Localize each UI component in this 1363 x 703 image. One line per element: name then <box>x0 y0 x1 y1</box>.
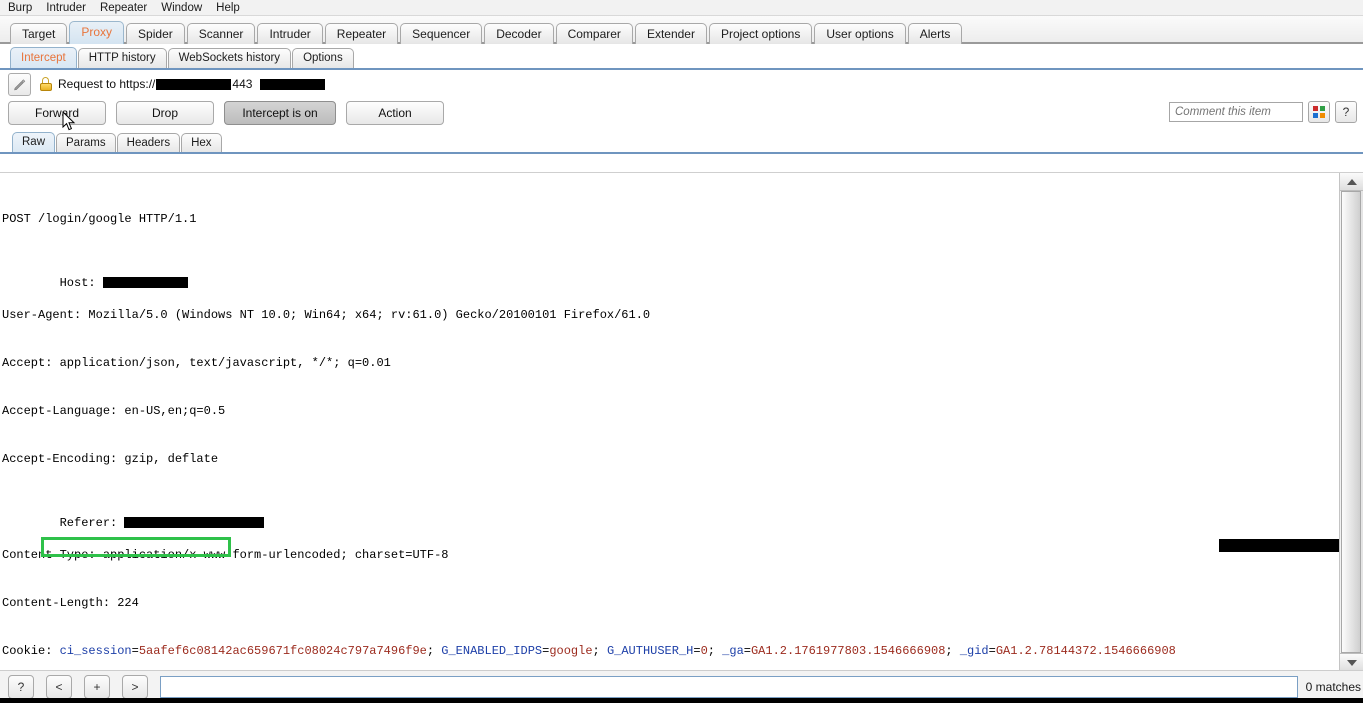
cookie-value: 5aafef6c08142ac659671fc08024c797a7496f9e <box>138 644 427 658</box>
msgtab-hex[interactable]: Hex <box>181 133 222 152</box>
redacted-host <box>156 78 232 90</box>
action-button[interactable]: Action <box>346 101 444 125</box>
forward-button[interactable]: Forward <box>8 101 106 125</box>
cookie-name: G_AUTHUSER_H <box>606 644 694 658</box>
drop-button[interactable]: Drop <box>116 101 214 125</box>
request-target-port: 443 <box>232 77 253 91</box>
msgtab-headers[interactable]: Headers <box>116 133 181 152</box>
match-count-label: 0 matches <box>1305 680 1361 694</box>
tab-alerts[interactable]: Alerts <box>907 23 963 44</box>
cookie-equals: = <box>693 644 701 658</box>
tab-user-options[interactable]: User options <box>814 23 906 44</box>
request-target-prefix: Request to https:// <box>58 77 156 91</box>
request-raw-text: POST /login/google HTTP/1.1 Host: User-A… <box>2 179 1340 671</box>
tab-extender[interactable]: Extender <box>634 23 707 44</box>
tab-repeater[interactable]: Repeater <box>324 23 399 44</box>
header-referer: Referer: <box>2 499 1340 530</box>
tab-comparer[interactable]: Comparer <box>555 23 633 44</box>
header-accept-language: Accept-Language: en-US,en;q=0.5 <box>2 404 226 418</box>
cookie-name: ci_session <box>59 644 132 658</box>
menu-item-repeater[interactable]: Repeater <box>100 2 155 14</box>
header-accept-encoding: Accept-Encoding: gzip, deflate <box>2 452 219 466</box>
header-host: Host: <box>2 259 1340 290</box>
cookie-name: _gid <box>959 644 989 658</box>
menu-item-help[interactable]: Help <box>216 2 248 14</box>
cookie-name: G_ENABLED_IDPS <box>441 644 543 658</box>
header-content-type: Content-Type: application/x-www-form-url… <box>2 548 449 562</box>
lock-icon <box>39 77 52 91</box>
cookie-equals: = <box>743 644 751 658</box>
comment-area: ? <box>1169 101 1357 123</box>
menu-item-burp[interactable]: Burp <box>8 2 40 14</box>
redacted-host-value <box>102 277 188 289</box>
cookie-separator: ; <box>426 644 442 658</box>
tab-proxy[interactable]: Proxy <box>69 21 125 44</box>
intercept-action-bar: Forward Drop Intercept is on Action ? <box>0 98 1363 131</box>
msgtab-params[interactable]: Params <box>56 133 116 152</box>
tab-intruder[interactable]: Intruder <box>257 23 323 44</box>
intercept-toggle-button[interactable]: Intercept is on <box>224 101 336 125</box>
main-tab-bar: Target Proxy Spider Scanner Intruder Rep… <box>0 16 1363 44</box>
request-target-text: Request to https:// 443 <box>58 77 326 91</box>
request-raw-editor[interactable]: POST /login/google HTTP/1.1 Host: User-A… <box>0 173 1340 671</box>
help-icon[interactable]: ? <box>1335 101 1357 123</box>
redacted-referer-value <box>124 517 265 529</box>
cookie-value: 0 <box>700 644 708 658</box>
redacted-suffix <box>260 78 326 90</box>
search-add-button[interactable]: + <box>84 675 110 699</box>
scroll-thumb[interactable] <box>1341 191 1361 653</box>
cookie-separator: ; <box>945 644 960 658</box>
header-cookie: Cookie: ci_session=5aafef6c08142ac659671… <box>2 644 1176 658</box>
header-accept: Accept: application/json, text/javascrip… <box>2 356 391 370</box>
search-next-button[interactable]: > <box>122 675 148 699</box>
menu-item-window[interactable]: Window <box>161 2 210 14</box>
tab-scanner[interactable]: Scanner <box>186 23 256 44</box>
menu-item-intruder[interactable]: Intruder <box>46 2 94 14</box>
tab-sequencer[interactable]: Sequencer <box>400 23 483 44</box>
cookie-separator: ; <box>592 644 607 658</box>
message-view-tab-bar: Raw Params Headers Hex <box>0 128 1363 154</box>
cookie-value: GA1.2.1761977803.1546666908 <box>750 644 946 658</box>
cookie-value: google <box>549 644 593 658</box>
scroll-down-arrow-icon[interactable] <box>1340 653 1363 671</box>
cookie-value: GA1.2.78144372.1546666908 <box>995 644 1176 658</box>
proxy-sub-tab-bar: Intercept HTTP history WebSockets histor… <box>0 44 1363 70</box>
cookie-name: _ga <box>722 644 744 658</box>
search-prev-button[interactable]: < <box>46 675 72 699</box>
tab-project-options[interactable]: Project options <box>708 23 813 44</box>
highlight-color-icon[interactable] <box>1308 101 1330 123</box>
request-info-bar: Request to https:// 443 <box>0 70 1363 98</box>
subtab-http-history[interactable]: HTTP history <box>77 48 167 68</box>
subtab-websockets-history[interactable]: WebSockets history <box>167 48 292 68</box>
window-bottom-edge <box>0 698 1363 703</box>
search-help-button[interactable]: ? <box>8 675 34 699</box>
header-content-length: Content-Length: 224 <box>2 596 139 610</box>
editor-vertical-scrollbar[interactable] <box>1339 173 1363 671</box>
redacted-body-line-1-tail <box>1219 539 1340 552</box>
tab-target[interactable]: Target <box>10 23 68 44</box>
cookie-equals: = <box>988 644 996 658</box>
request-line: POST /login/google HTTP/1.1 <box>2 212 197 226</box>
subtab-options[interactable]: Options <box>292 48 354 68</box>
scroll-up-arrow-icon[interactable] <box>1340 173 1363 191</box>
menu-bar: Burp Intruder Repeater Window Help <box>0 0 1363 16</box>
request-editor-panel: POST /login/google HTTP/1.1 Host: User-A… <box>0 172 1363 671</box>
comment-input[interactable] <box>1169 102 1303 122</box>
msgtab-raw[interactable]: Raw <box>12 132 56 152</box>
tab-decoder[interactable]: Decoder <box>484 23 554 44</box>
cookie-separator: ; <box>707 644 723 658</box>
subtab-intercept[interactable]: Intercept <box>10 47 77 68</box>
edit-pencil-icon[interactable] <box>8 72 31 96</box>
header-user-agent: User-Agent: Mozilla/5.0 (Windows NT 10.0… <box>2 308 651 322</box>
cookie-equals: = <box>131 644 139 658</box>
tab-spider[interactable]: Spider <box>126 23 185 44</box>
search-input[interactable] <box>160 676 1298 698</box>
